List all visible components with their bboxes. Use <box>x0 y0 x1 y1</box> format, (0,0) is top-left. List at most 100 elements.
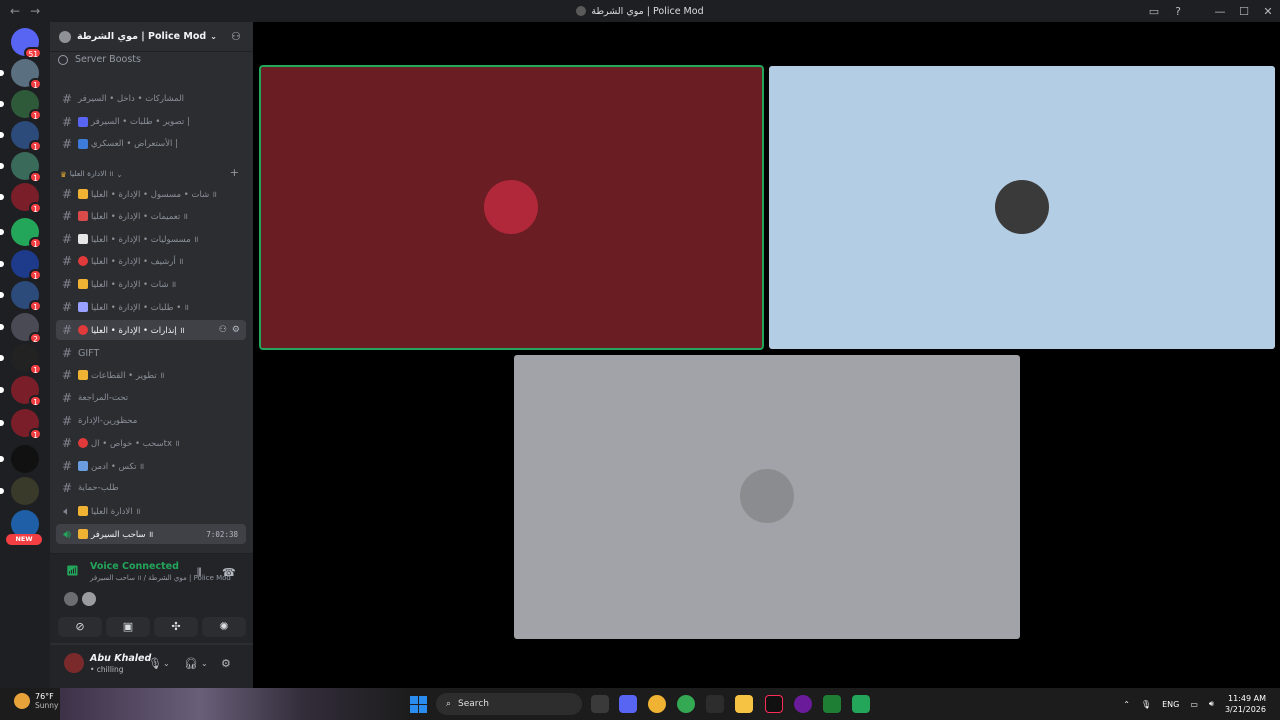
screen-share-button[interactable]: ▣ <box>106 617 150 637</box>
user-name[interactable]: Abu Khaled <box>90 653 151 664</box>
language-indicator[interactable]: ENG <box>1162 700 1179 709</box>
search-placeholder: Search <box>458 699 489 709</box>
channel-item[interactable]: # شات • مسسول • الإدارة • العليا ॥ <box>56 184 246 204</box>
server-icon[interactable]: 1 <box>0 59 42 90</box>
channel-item[interactable]: # تصوير • طلبات • السيرفر | <box>56 112 246 132</box>
server-icon[interactable] <box>0 477 39 505</box>
server-header[interactable]: موي الشرطة | Police Mod ⌄ ⚇ <box>50 22 253 52</box>
direct-messages-button[interactable]: 51 <box>11 28 42 59</box>
app-icon[interactable] <box>852 695 870 713</box>
server-icon[interactable]: 1 <box>0 409 42 440</box>
avatar[interactable] <box>64 653 84 673</box>
activities-button[interactable]: ✣ <box>154 617 198 637</box>
server-icon[interactable]: 1 <box>0 121 42 152</box>
participant-tile[interactable] <box>769 66 1275 349</box>
server-icon[interactable]: 1 <box>0 281 42 312</box>
channel-item[interactable]: # تطوير • القطاعات ॥ <box>56 365 246 385</box>
volume-icon[interactable]: 🔊︎ <box>1209 699 1214 709</box>
server-icon[interactable]: 1 <box>0 152 42 183</box>
channel-item[interactable]: # طلبات • الإدارة • العليا • ॥ <box>56 297 246 317</box>
user-status[interactable]: • chilling <box>90 665 124 674</box>
invite-icon[interactable]: ⚇ <box>219 325 227 335</box>
signal-icon[interactable]: 📶︎ <box>66 566 80 580</box>
app-icon[interactable] <box>823 695 841 713</box>
channel-item-selected[interactable]: # إنذارات • الإدارة • العليا ॥ ⚇ ⚙ <box>56 320 246 340</box>
server-icon[interactable]: 1 <box>0 218 42 249</box>
server-icon[interactable] <box>0 445 39 473</box>
emoji-icon <box>78 256 88 266</box>
server-guide-icon <box>59 30 71 43</box>
close-icon[interactable]: ✕ <box>1256 5 1280 18</box>
gear-icon[interactable]: ⚙ <box>232 325 240 335</box>
back-arrow-icon[interactable]: ← <box>10 4 20 18</box>
minimize-icon[interactable]: — <box>1208 5 1232 18</box>
channel-item[interactable]: # GIFT <box>56 343 246 363</box>
start-button[interactable] <box>410 696 427 713</box>
tiktok-icon[interactable] <box>765 695 783 713</box>
channel-item[interactable]: # تكس • ادمن ॥ <box>56 456 246 476</box>
server-icon[interactable]: 1 <box>0 90 42 121</box>
chevron-down-icon[interactable]: ⌄ <box>163 659 170 668</box>
server-icon[interactable]: 1 <box>0 250 42 281</box>
weather-widget[interactable]: 76°F Sunny <box>14 692 58 710</box>
emoji-icon <box>78 529 88 539</box>
create-channel-icon[interactable]: + <box>230 166 239 179</box>
participant-tile[interactable] <box>259 65 764 350</box>
invite-people-icon[interactable]: ⚇ <box>231 31 243 43</box>
channel-item[interactable]: # تعميمات • الإدارة • العليا ॥ <box>56 206 246 226</box>
window-controls: ▭ ? — ☐ ✕ <box>1142 0 1280 22</box>
server-icon[interactable]: 1 <box>0 183 42 214</box>
help-icon[interactable]: ? <box>1166 5 1190 18</box>
forward-arrow-icon[interactable]: → <box>30 4 40 18</box>
chrome-icon[interactable] <box>677 695 695 713</box>
avatar[interactable] <box>82 592 96 606</box>
channel-item[interactable]: # شات • الإدارة • العليا ॥ <box>56 274 246 294</box>
category-header[interactable]: ♛ الادارة العليا ॥ ⌄ + <box>60 166 245 179</box>
channel-item[interactable]: # تحت-المراجعة <box>56 388 246 408</box>
channel-item[interactable]: # المشاركات • داخل • السيرفر <box>56 89 246 109</box>
search-box[interactable]: ⌕ Search <box>436 693 582 715</box>
task-view-icon[interactable] <box>591 695 609 713</box>
window-title-text: موي الشرطة | Police Mod <box>591 5 704 17</box>
app-icon[interactable] <box>794 695 812 713</box>
channel-item[interactable]: # الأستعراض • العسكري | <box>56 134 246 154</box>
gear-icon[interactable]: ⚙ <box>221 657 231 670</box>
channel-item[interactable]: # سحب • خواص • الtx ॥ <box>56 433 246 453</box>
disconnect-icon[interactable]: ☎ <box>222 566 236 579</box>
server-icon[interactable]: 2 <box>0 313 42 344</box>
avatar <box>484 180 538 234</box>
server-icon[interactable]: 1 <box>0 344 42 375</box>
participant-tile[interactable] <box>514 355 1020 639</box>
boost-icon <box>58 54 68 65</box>
chevron-down-icon[interactable]: ⌄ <box>201 659 208 668</box>
headphones-icon[interactable]: 🎧︎ <box>184 657 198 670</box>
channel-item[interactable]: # أرشيف • الإدارة • العليا ॥ <box>56 251 246 271</box>
channel-item[interactable]: # مسسوليات • الإدارة • العليا ॥ <box>56 229 246 249</box>
maximize-icon[interactable]: ☐ <box>1232 5 1256 18</box>
discord-app-icon[interactable] <box>619 695 637 713</box>
chevron-up-icon[interactable]: ⌃ <box>1123 700 1130 709</box>
server-boosts-item[interactable]: Server Boosts <box>58 54 141 65</box>
voice-status[interactable]: Voice Connected <box>90 561 179 572</box>
channel-item[interactable]: # محظورين-الإدارة <box>56 411 246 431</box>
voice-channel-item[interactable]: 🔈︎ الادارة العليا ॥ <box>56 501 246 521</box>
inbox-icon[interactable]: ▭ <box>1142 5 1166 18</box>
hashtag-icon: # <box>61 459 73 473</box>
microphone-icon[interactable]: 🎙︎ <box>148 657 162 670</box>
server-icon[interactable]: 1 <box>0 376 42 407</box>
clock[interactable]: 11:49 AM 3/21/2026 <box>1225 693 1266 715</box>
hashtag-icon: # <box>61 115 73 129</box>
app-icon[interactable] <box>648 695 666 713</box>
hashtag-icon: # <box>61 254 73 268</box>
camera-off-button[interactable]: ⊘ <box>58 617 102 637</box>
channel-item[interactable]: # طلب-حماية <box>56 478 246 498</box>
app-icon[interactable] <box>706 695 724 713</box>
soundboard-button[interactable]: ✺ <box>202 617 246 637</box>
voice-channel-connected[interactable]: 🔊︎ ساحب السيرفر ॥ 7:02:38 <box>56 524 246 544</box>
microphone-icon[interactable]: 🎙︎ <box>1141 700 1151 709</box>
avatar[interactable] <box>64 592 78 606</box>
display-icon[interactable]: ▭ <box>1190 700 1198 709</box>
voice-location[interactable]: ساحب السيرفر ॥ / موي الشرطة | Police Mod <box>90 574 231 583</box>
noise-suppression-icon[interactable]: ⫴ <box>197 566 202 580</box>
file-explorer-icon[interactable] <box>735 695 753 713</box>
